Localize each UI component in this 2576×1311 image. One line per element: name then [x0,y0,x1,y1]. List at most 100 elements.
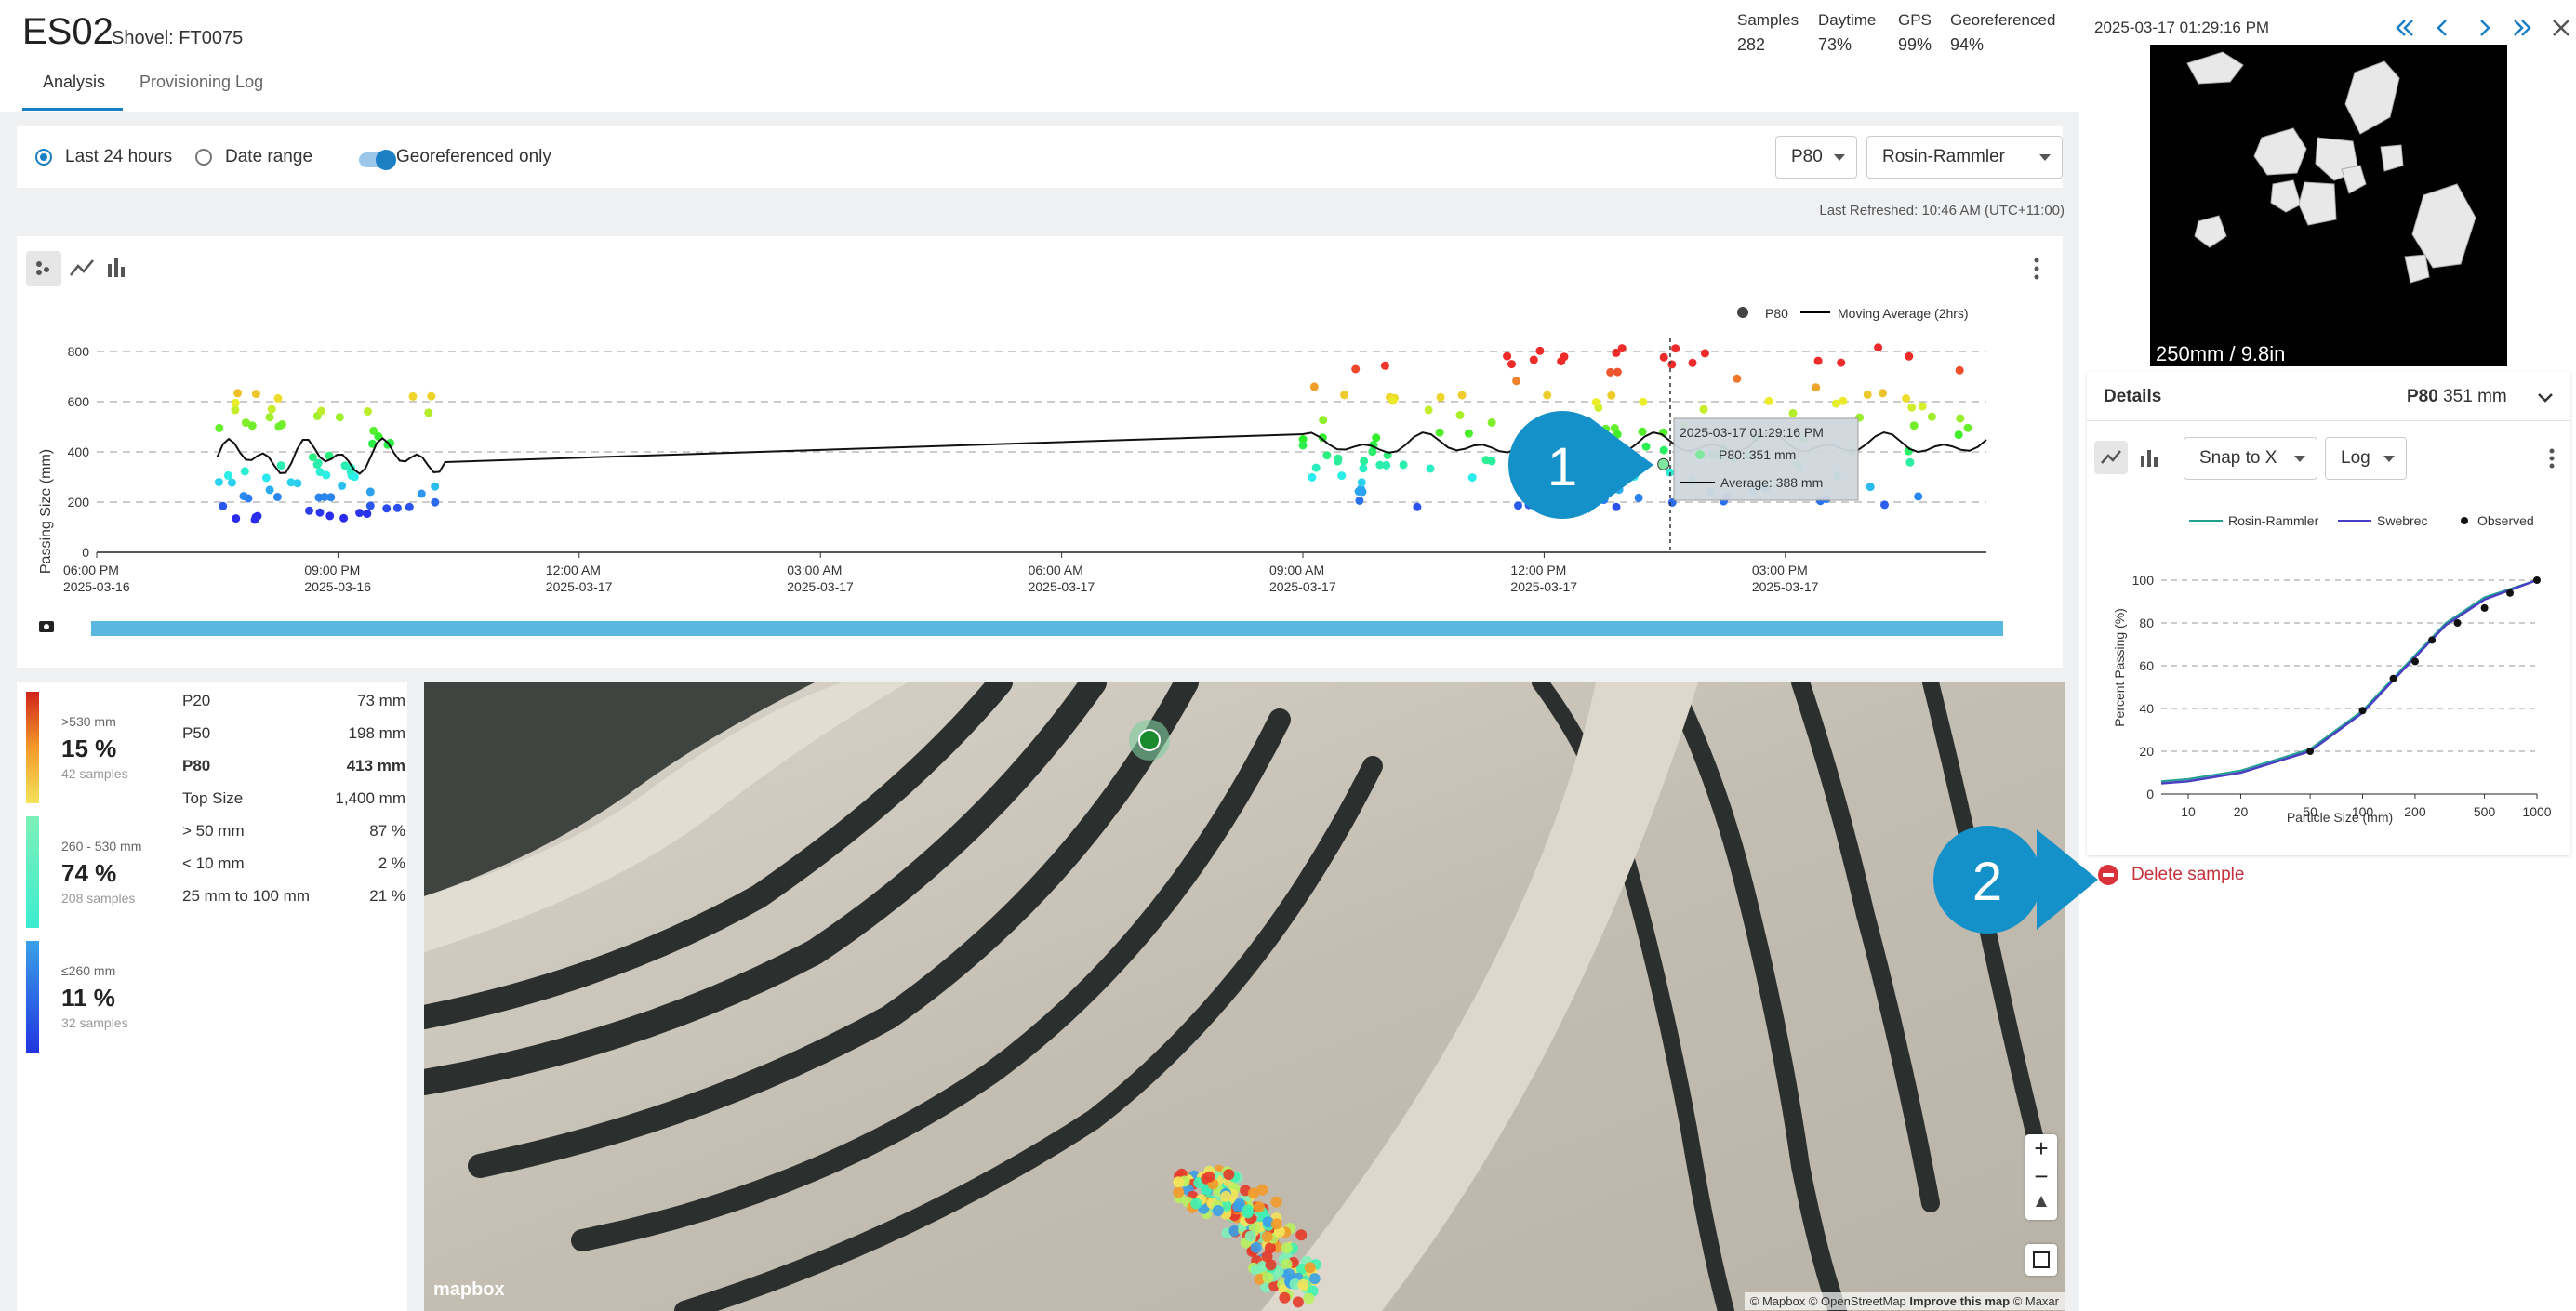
p80-point[interactable] [1902,394,1911,403]
p80-point[interactable] [232,514,241,523]
image-coverage-bar[interactable] [91,621,2003,636]
p80-point[interactable] [1426,464,1435,473]
p80-point[interactable] [1311,463,1321,472]
map-sample-point[interactable] [1173,1186,1185,1198]
p80-point[interactable] [1813,356,1823,365]
map-sample-point[interactable] [1279,1291,1291,1304]
p80-point[interactable] [272,493,282,501]
p80-point[interactable] [1641,442,1651,451]
p80-point[interactable] [1467,473,1477,483]
p80-point[interactable] [1487,418,1496,427]
p80-point[interactable] [424,408,433,417]
p80-point[interactable] [338,481,347,490]
map-sample-point[interactable] [1295,1229,1308,1241]
p80-point[interactable] [1659,445,1668,455]
p80-point[interactable] [233,389,243,398]
p80-point[interactable] [250,515,259,524]
p80-point[interactable] [1927,412,1936,421]
p80-point[interactable] [1388,396,1398,405]
p80-point[interactable] [1905,351,1914,361]
p80-point[interactable] [1512,377,1521,386]
p80-point[interactable] [320,493,329,501]
p80-point[interactable] [215,423,224,432]
p80-point[interactable] [1557,357,1566,366]
p80-point[interactable] [1334,457,1342,466]
p80-point[interactable] [276,461,285,470]
p80-point[interactable] [1837,358,1846,367]
p80-point[interactable] [355,509,365,518]
map-sample-point[interactable] [1220,1190,1232,1202]
last-sample-icon[interactable] [2514,20,2524,36]
selected-point[interactable] [1657,457,1670,470]
map-sample-point[interactable] [1244,1230,1256,1242]
bar-view-icon[interactable] [108,258,125,277]
map-sample-point[interactable] [1308,1273,1321,1285]
p80-point[interactable] [1667,360,1677,369]
p80-point[interactable] [325,511,335,521]
line-view-icon[interactable] [70,259,94,276]
curve-view-button[interactable] [2094,441,2128,474]
prev-sample-icon[interactable] [2437,20,2447,36]
georeferenced-toggle-label[interactable]: Georeferenced only [396,147,551,167]
snap-select[interactable]: Snap to X [2184,437,2317,480]
p80-point[interactable] [405,502,414,511]
map-sample-point[interactable] [1247,1187,1259,1199]
p80-point[interactable] [1380,361,1389,370]
p80-point[interactable] [1812,383,1821,392]
p80-point[interactable] [427,391,436,401]
p80-point[interactable] [265,413,274,422]
p80-point[interactable] [1455,411,1465,419]
p80-point[interactable] [408,391,418,401]
p80-point[interactable] [1914,492,1923,501]
collapse-details-icon[interactable] [2533,389,2557,407]
p80-point[interactable] [1956,414,1965,423]
map-sample-point[interactable] [1283,1268,1295,1280]
p80-point[interactable] [308,453,317,462]
p80-point[interactable] [417,489,426,498]
p80-point[interactable] [1688,358,1697,367]
p80-point[interactable] [365,501,375,510]
p80-point[interactable] [241,418,250,428]
p80-point[interactable] [1543,391,1552,400]
map-sample-point[interactable] [1250,1241,1262,1253]
p80-point[interactable] [392,503,402,512]
zoom-out-button[interactable]: − [2025,1162,2057,1190]
delete-sample-button[interactable]: Delete sample [2131,865,2244,885]
p80-point[interactable] [1503,351,1512,361]
metric-select[interactable]: P80 [1775,136,1857,179]
map-sample-point[interactable] [1292,1296,1304,1308]
map-sample-point[interactable] [1281,1242,1293,1254]
p80-point[interactable] [1436,392,1445,402]
p80-point[interactable] [265,485,274,495]
p80-point[interactable] [365,487,375,497]
map[interactable]: + − mapbox © Mapbox © OpenStreetMap Impr… [424,682,2065,1311]
p80-point[interactable] [1617,344,1627,353]
p80-point[interactable] [261,473,271,483]
p80-point[interactable] [1399,460,1408,470]
p80-point[interactable] [1372,433,1381,443]
p80-point[interactable] [227,478,236,487]
p80-point[interactable] [231,405,240,415]
p80-point[interactable] [1955,365,1964,375]
p80-point[interactable] [1831,399,1840,408]
p80-point[interactable] [1591,398,1600,407]
radio-date-range[interactable] [195,149,212,166]
p80-point[interactable] [1612,502,1621,511]
map-sample-point[interactable] [1253,1201,1265,1213]
p80-point[interactable] [1879,389,1887,398]
scatter-view-button[interactable] [26,251,61,286]
zoom-in-button[interactable]: + [2025,1134,2057,1162]
p80-point[interactable] [1487,457,1496,466]
selected-sample-marker[interactable] [1138,729,1161,751]
p80-point[interactable] [274,422,284,431]
p80-point[interactable] [312,460,322,470]
p80-point[interactable] [286,478,296,487]
map-sample-point[interactable] [1262,1272,1274,1284]
p80-point[interactable] [1354,487,1363,496]
next-sample-icon[interactable] [2480,20,2490,36]
p80-point[interactable] [1360,457,1369,466]
p80-point[interactable] [231,398,240,407]
fullscreen-button[interactable] [2025,1244,2057,1276]
georeferenced-toggle[interactable] [359,150,396,170]
p80-point[interactable] [1308,472,1317,482]
